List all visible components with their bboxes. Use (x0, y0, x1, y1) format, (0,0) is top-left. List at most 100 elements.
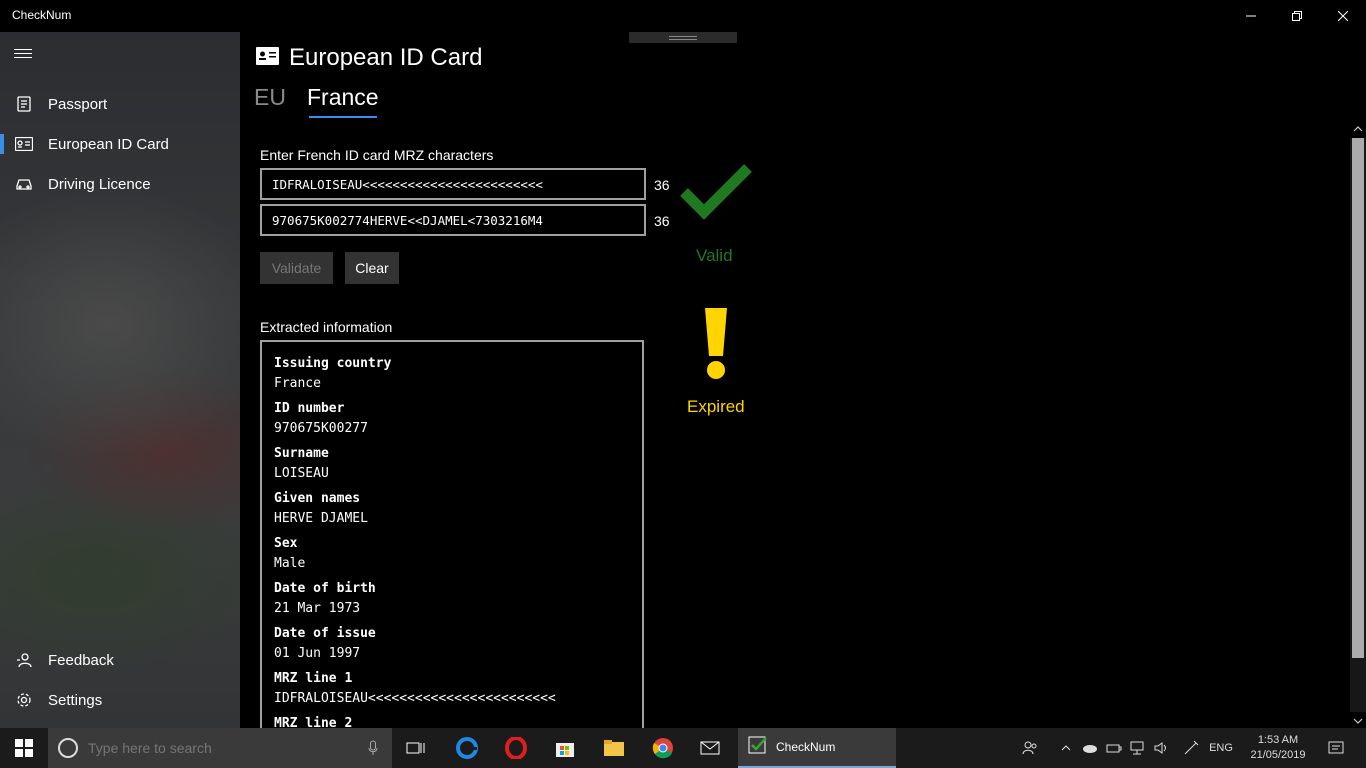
close-icon (1338, 11, 1348, 21)
info-field-surname: Surname LOISEAU (274, 444, 630, 484)
id-card-icon (256, 46, 279, 70)
scroll-down-icon[interactable] (1350, 714, 1366, 728)
field-key: Surname (274, 446, 329, 461)
task-view-icon[interactable] (392, 728, 440, 768)
checkmark-icon (678, 162, 754, 227)
mrz-line1-input[interactable] (260, 168, 646, 200)
field-key: Given names (274, 491, 361, 506)
people-icon[interactable] (1018, 728, 1042, 768)
mail-icon[interactable] (688, 728, 736, 768)
taskbar: CheckNum ENG 1:53 AM 21/05/2019 (0, 728, 1366, 768)
sidebar-item-label: Driving Licence (48, 175, 151, 193)
language-indicator[interactable]: ENG (1206, 728, 1236, 768)
mrz-line2-input[interactable] (260, 204, 646, 236)
minimize-button[interactable] (1228, 0, 1274, 32)
nav-sidebar: Passport European ID Card Driving Licenc… (0, 32, 240, 728)
hamburger-menu-icon[interactable] (14, 46, 34, 62)
restore-button[interactable] (1274, 0, 1320, 32)
clear-button[interactable]: Clear (345, 252, 399, 284)
start-button[interactable] (0, 728, 48, 768)
feedback-icon (0, 652, 48, 668)
window-title: CheckNum (12, 8, 72, 22)
sidebar-item-label: Feedback (48, 651, 114, 669)
drag-handle[interactable] (629, 32, 737, 43)
windows-logo-icon (15, 739, 33, 757)
info-field-sex: Sex Male (274, 534, 630, 574)
network-icon[interactable] (1128, 728, 1148, 768)
main-content: European ID Card EU France Enter French … (240, 32, 1366, 728)
checknum-app-icon (748, 736, 768, 759)
cortana-icon (58, 738, 78, 758)
clock-date: 21/05/2019 (1250, 749, 1306, 761)
onedrive-icon[interactable] (1080, 728, 1100, 768)
tab-eu[interactable]: EU (254, 84, 286, 111)
volume-icon[interactable] (1152, 728, 1172, 768)
minimize-icon (1246, 15, 1256, 17)
sidebar-item-label: Settings (48, 691, 103, 709)
taskbar-search-input[interactable] (88, 740, 348, 756)
scroll-thumb[interactable] (1352, 138, 1364, 658)
scroll-track[interactable] (1350, 138, 1366, 712)
field-value: HERVE DJAMEL (274, 511, 368, 526)
field-key: Sex (274, 536, 298, 551)
field-value: IDFRALOISEAU<<<<<<<<<<<<<<<<<<<<<<<< (274, 691, 556, 706)
info-field-id-number: ID number 970675K00277 (274, 399, 630, 439)
info-field-mrz-line1: MRZ line 1 IDFRALOISEAU<<<<<<<<<<<<<<<<<<… (274, 669, 630, 709)
sidebar-item-feedback[interactable]: Feedback (0, 640, 240, 680)
tab-selected-indicator (309, 116, 377, 118)
extracted-heading: Extracted information (260, 319, 393, 335)
field-value: 21 Mar 1973 (274, 601, 361, 616)
field-key: Issuing country (274, 356, 392, 371)
vertical-scrollbar[interactable] (1350, 122, 1366, 728)
close-button[interactable] (1320, 0, 1366, 32)
id-card-icon (0, 137, 48, 151)
edge-browser-icon[interactable] (443, 728, 491, 768)
mrz-line2-count: 36 (654, 213, 670, 229)
field-value: 01 Jun 1997 (274, 646, 361, 661)
tab-france[interactable]: France (307, 84, 379, 111)
pen-icon[interactable] (1180, 728, 1202, 768)
title-bar: CheckNum (0, 0, 1366, 32)
sidebar-item-passport[interactable]: Passport (0, 84, 240, 124)
info-field-date-of-issue: Date of issue 01 Jun 1997 (274, 624, 630, 664)
taskbar-app-checknum[interactable]: CheckNum (738, 728, 896, 768)
mrz-prompt-label: Enter French ID card MRZ characters (260, 147, 494, 163)
taskbar-clock[interactable]: 1:53 AM 21/05/2019 (1240, 733, 1316, 763)
opera-browser-icon[interactable] (492, 728, 540, 768)
info-field-mrz-line2: MRZ line 2 (274, 714, 630, 728)
taskbar-app-label: CheckNum (776, 740, 836, 754)
taskbar-search-box[interactable] (48, 728, 392, 768)
info-field-date-of-birth: Date of birth 21 Mar 1973 (274, 579, 630, 619)
sidebar-item-driving-licence[interactable]: Driving Licence (0, 164, 240, 204)
page-title: European ID Card (289, 44, 483, 71)
sidebar-item-european-id-card[interactable]: European ID Card (0, 124, 240, 164)
gear-icon (0, 692, 48, 708)
field-value: France (274, 376, 321, 391)
scroll-up-icon[interactable] (1350, 122, 1366, 136)
notifications-icon[interactable] (1322, 728, 1350, 768)
battery-icon[interactable] (1104, 728, 1124, 768)
passport-icon (0, 96, 48, 112)
chrome-icon[interactable] (639, 728, 687, 768)
sidebar-item-settings[interactable]: Settings (0, 680, 240, 720)
car-icon (0, 177, 48, 191)
microphone-icon[interactable] (368, 740, 378, 761)
mrz-line1-count: 36 (654, 177, 670, 193)
field-key: ID number (274, 401, 345, 416)
file-explorer-icon[interactable] (590, 728, 638, 768)
validate-button[interactable]: Validate (260, 252, 333, 284)
clock-time: 1:53 AM (1257, 734, 1299, 746)
restore-icon (1292, 11, 1302, 21)
field-value: 970675K00277 (274, 421, 368, 436)
info-field-given-names: Given names HERVE DJAMEL (274, 489, 630, 529)
field-value: LOISEAU (274, 466, 329, 481)
sidebar-item-label: Passport (48, 95, 108, 113)
valid-status-label: Valid (696, 246, 733, 265)
field-key: Date of birth (274, 581, 376, 596)
chevron-up-icon[interactable] (1056, 728, 1076, 768)
expired-status-label: Expired (687, 397, 745, 416)
field-key: Date of issue (274, 626, 376, 641)
extracted-info-box[interactable]: Issuing country France ID number 970675K00… (260, 340, 644, 728)
field-key: MRZ line 2 (274, 716, 353, 728)
store-icon[interactable] (541, 728, 589, 768)
